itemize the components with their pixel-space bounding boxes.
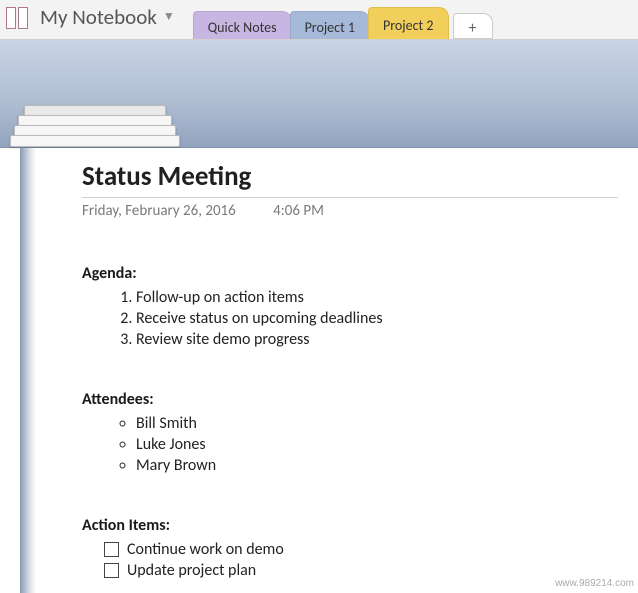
page-content: Status Meeting Friday, February 26, 2016… [36,148,638,581]
agenda-list[interactable]: Follow-up on action items Receive status… [82,287,618,350]
page-canvas[interactable]: Status Meeting Friday, February 26, 2016… [36,148,638,593]
action-item-label[interactable]: Continue work on demo [127,540,284,559]
action-items-list[interactable]: Continue work on demo Update project pla… [82,539,618,581]
new-tab-button[interactable]: + [453,13,493,39]
page-date: Friday, February 26, 2016 [82,202,236,220]
chevron-down-icon: ▼ [163,9,175,24]
checkbox-icon[interactable] [104,542,119,557]
page-meta: Friday, February 26, 2016 4:06 PM [82,197,618,220]
plus-icon: + [469,19,477,38]
action-item[interactable]: Update project plan [104,560,618,581]
tab-label: Project 2 [383,17,433,34]
tab-quick-notes[interactable]: Quick Notes [193,11,292,39]
paper-stack-graphic [10,87,180,147]
watermark: www.989214.com [555,578,634,589]
tab-label: Project 1 [305,19,355,36]
action-items-heading[interactable]: Action Items: [82,516,618,535]
notebook-title: My Notebook [40,4,157,30]
list-item[interactable]: Bill Smith [136,413,618,434]
tab-label: Quick Notes [208,19,277,36]
tab-project-1[interactable]: Project 1 [290,11,370,39]
attendees-list[interactable]: Bill Smith Luke Jones Mary Brown [82,413,618,476]
page-shadow [20,148,36,593]
tab-project-2[interactable]: Project 2 [368,7,448,39]
list-item[interactable]: Mary Brown [136,455,618,476]
notebook-selector[interactable]: My Notebook ▼ [4,0,183,39]
list-item[interactable]: Receive status on upcoming deadlines [136,308,618,329]
list-item[interactable]: Luke Jones [136,434,618,455]
checkbox-icon[interactable] [104,563,119,578]
section-banner [0,40,638,148]
page-title[interactable]: Status Meeting [82,160,618,193]
action-item[interactable]: Continue work on demo [104,539,618,560]
list-item[interactable]: Follow-up on action items [136,287,618,308]
page-time: 4:06 PM [273,202,324,220]
notebook-icon [6,5,34,29]
list-item[interactable]: Review site demo progress [136,329,618,350]
top-bar: My Notebook ▼ Quick Notes Project 1 Proj… [0,0,638,40]
agenda-heading[interactable]: Agenda: [82,264,618,283]
action-item-label[interactable]: Update project plan [127,561,256,580]
section-tabs: Quick Notes Project 1 Project 2 + [193,0,491,39]
attendees-heading[interactable]: Attendees: [82,390,618,409]
